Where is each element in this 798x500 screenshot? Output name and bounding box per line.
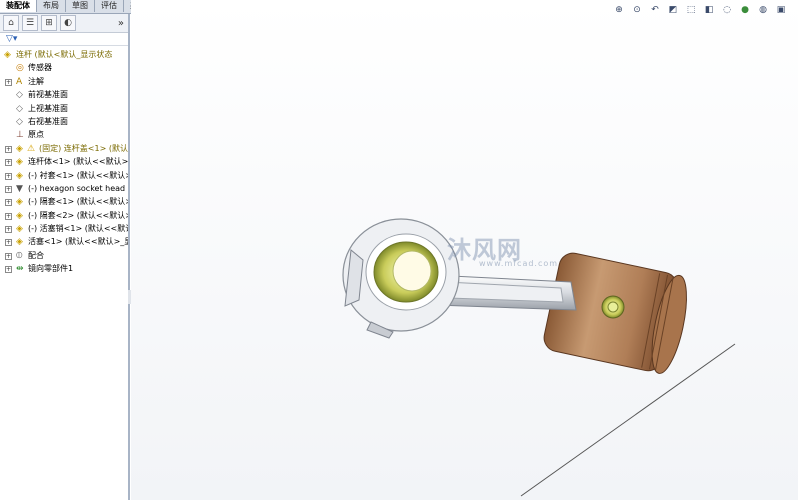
tree-item[interactable]: ◇ 上视基准面	[0, 102, 128, 115]
tab-1[interactable]: 布局	[37, 0, 66, 12]
plane-icon: ◇	[16, 103, 23, 114]
tree-item-label: 上视基准面	[28, 103, 68, 113]
part-icon: ◈	[16, 237, 23, 248]
tree-item[interactable]: ◈ 连杆 (默认<默认_显示状态	[0, 48, 128, 61]
sensor-icon: ◎	[16, 63, 24, 74]
tree-item-label: 注解	[28, 76, 44, 86]
expand-toggle-icon[interactable]: +	[5, 185, 12, 193]
tree-item[interactable]: + ◈ ⚠ (固定) 连杆盖<1> (默认	[0, 142, 128, 155]
part-icon: ◈	[16, 197, 23, 208]
tree-item[interactable]: + A 注解	[0, 75, 128, 88]
expand-toggle-icon[interactable]: +	[5, 159, 12, 167]
part-icon: ◈	[16, 170, 23, 181]
plane-icon: ◇	[16, 90, 23, 101]
tree-item-label: 连杆体<1> (默认<<默认>	[28, 157, 128, 167]
tree-item[interactable]: ◇ 右视基准面	[0, 115, 128, 128]
tree-item[interactable]: + ◈ (-) 活塞销<1> (默认<<默认	[0, 222, 128, 235]
expand-toggle-icon[interactable]: +	[5, 145, 12, 153]
filter-icon[interactable]: ▽▾	[0, 33, 128, 46]
expand-toggle-icon[interactable]: +	[5, 239, 12, 247]
tree-item-label: 前视基准面	[28, 90, 68, 100]
part-warning-icon: ◈	[16, 143, 23, 154]
tab-2[interactable]: 草图	[66, 0, 95, 12]
origin-icon: ⊥	[16, 130, 24, 141]
tree-item[interactable]: + ◈ (-) 隔套<1> (默认<<默认>	[0, 195, 128, 208]
tree-item-label: (-) 隔套<2> (默认<<默认>	[28, 210, 128, 220]
tree-item[interactable]: + ⦶ 配合	[0, 249, 128, 262]
tree-item-label: 连杆 (默认<默认_显示状态	[16, 50, 113, 59]
part-icon: ◈	[16, 210, 23, 221]
display-manager-tab-icon[interactable]: ◐	[60, 15, 76, 31]
tree-item[interactable]: ◎ 传感器	[0, 61, 128, 74]
tab-0[interactable]: 装配体	[0, 0, 37, 12]
tree-item-label: (-) 衬套<1> (默认<<默认>	[28, 170, 128, 180]
tree-item[interactable]: + ◈ 活塞<1> (默认<<默认>_显	[0, 235, 128, 248]
tree-item-label: 配合	[28, 250, 44, 260]
feature-tree: ◈ 连杆 (默认<默认_显示状态 ◎ 传感器 + A 注解 ◇ 前视基准面 ◇ 上视基准面 ◇ 右视基准…	[0, 46, 128, 276]
mirror-icon: ⇹	[16, 264, 24, 275]
part-icon: ◈	[16, 157, 23, 168]
expand-toggle-icon[interactable]: +	[5, 212, 12, 220]
tree-item[interactable]: + ◈ (-) 衬套<1> (默认<<默认>	[0, 169, 128, 182]
property-manager-tab-icon[interactable]: ☰	[22, 15, 38, 31]
tree-item-label: 传感器	[28, 63, 52, 73]
watermark-url: www.mfcad.com	[479, 259, 559, 268]
panel-toolbar: ⌂ ☰ ⊞ ◐ »	[0, 14, 128, 33]
tree-item-label: 右视基准面	[28, 116, 68, 126]
tree-item[interactable]: + ◈ 连杆体<1> (默认<<默认>	[0, 155, 128, 168]
tree-item-label: (-) hexagon socket head	[28, 183, 126, 193]
expand-toggle-icon[interactable]: +	[5, 266, 12, 274]
chevron-right-icon[interactable]: »	[118, 18, 124, 29]
tree-item-label: (固定) 连杆盖<1> (默认	[39, 143, 128, 153]
tree-item-label: (-) 隔套<1> (默认<<默认>	[28, 197, 128, 207]
expand-toggle-icon[interactable]: +	[5, 172, 12, 180]
tree-item[interactable]: + ⇹ 镜向零部件1	[0, 262, 128, 275]
mates-icon: ⦶	[16, 250, 23, 261]
part-icon: ◈	[16, 224, 23, 235]
expand-toggle-icon[interactable]: +	[5, 252, 12, 260]
tree-item-label: 活塞<1> (默认<<默认>_显	[28, 237, 128, 247]
expand-toggle-icon[interactable]: +	[5, 78, 12, 86]
configuration-manager-tab-icon[interactable]: ⊞	[41, 15, 57, 31]
annotation-icon: A	[16, 76, 23, 87]
tree-item-label: 镜向零部件1	[28, 264, 74, 274]
tree-item-label: (-) 活塞销<1> (默认<<默认	[28, 224, 128, 234]
tree-item[interactable]: + ▼ (-) hexagon socket head	[0, 182, 128, 195]
tree-item[interactable]: + ◈ (-) 隔套<2> (默认<<默认>	[0, 209, 128, 222]
bolt-icon: ▼	[16, 183, 23, 194]
tree-item-label: 原点	[28, 130, 44, 140]
plane-icon: ◇	[16, 116, 23, 127]
graphics-area[interactable]: ⊕ ⊙ ↶ ◩ ⬚ ◧ ◌ ● ◍ ▣ 沐风网 www.mfcad.com	[131, 0, 798, 500]
tab-3[interactable]: 评估	[95, 0, 124, 12]
assembly-icon: ◈	[4, 50, 11, 60]
expand-toggle-icon[interactable]: +	[5, 226, 12, 234]
tree-item[interactable]: ◇ 前视基准面	[0, 88, 128, 101]
expand-toggle-icon[interactable]: +	[5, 199, 12, 207]
warning-icon: ⚠	[27, 143, 36, 154]
feature-tree-tab-icon[interactable]: ⌂	[3, 15, 19, 31]
tree-item[interactable]: ⊥ 原点	[0, 128, 128, 141]
feature-manager-panel: ⌂ ☰ ⊞ ◐ » ▽▾ ◈ 连杆 (默认<默认_显示状态 ◎ 传感器 + A 注解 ◇ 前视基…	[0, 14, 130, 500]
